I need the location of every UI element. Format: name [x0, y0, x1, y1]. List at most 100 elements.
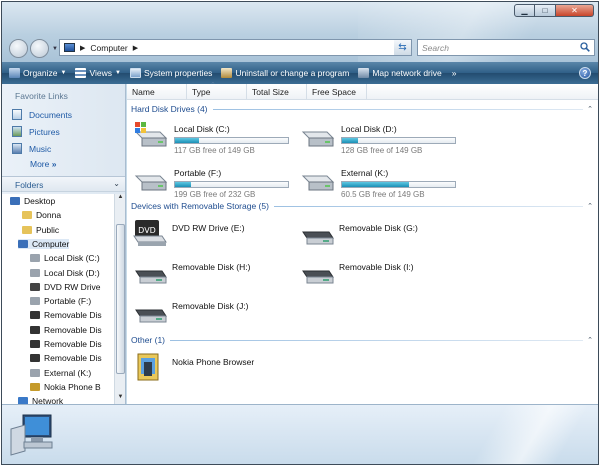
column-total-size[interactable]: Total Size: [247, 84, 307, 100]
map-drive-label: Map network drive: [372, 68, 442, 78]
favorite-pictures[interactable]: Pictures: [12, 126, 60, 137]
tree-item[interactable]: Desktop: [10, 196, 55, 206]
tree-item-label: Removable Dis: [44, 310, 102, 321]
tree-item[interactable]: Donna: [22, 210, 61, 220]
removable-drive-tile[interactable]: Removable Disk (J:): [132, 296, 249, 326]
tree-item[interactable]: Removable Dis: [30, 353, 102, 363]
maximize-button[interactable]: □: [535, 4, 556, 17]
views-button[interactable]: Views ▼: [75, 68, 121, 78]
tree-item[interactable]: Removable Dis: [30, 310, 102, 320]
removable-drive-tile[interactable]: DVD DVD RW Drive (E:): [132, 218, 245, 248]
more-links[interactable]: More »: [30, 159, 56, 169]
uninstall-icon: [221, 68, 233, 78]
minimize-button[interactable]: ▁: [514, 4, 535, 17]
search-box[interactable]: Search: [417, 39, 595, 56]
removable-disk-icon: [30, 325, 40, 334]
removable-disk-icon: [299, 257, 335, 287]
forward-button[interactable]: [30, 39, 49, 58]
favorite-music[interactable]: Music: [12, 143, 51, 154]
breadcrumb-arrow-icon[interactable]: ▶: [133, 44, 138, 52]
removable-drive-tile[interactable]: Removable Disk (H:): [132, 257, 250, 287]
tree-item[interactable]: Public: [22, 225, 59, 235]
device-tile[interactable]: Nokia Phone Browser: [132, 352, 254, 382]
group-title: Hard Disk Drives (4): [131, 104, 208, 114]
address-bar[interactable]: ▶ Computer ▶ ▼: [59, 39, 411, 56]
computer-icon: [64, 43, 75, 52]
drive-name: Local Disk (C:): [174, 124, 230, 134]
details-pane: [2, 404, 598, 464]
tree-item-label: Local Disk (D:): [44, 267, 100, 278]
recent-pages-dropdown[interactable]: ▼: [52, 46, 58, 52]
organize-label: Organize: [23, 68, 58, 78]
network-drive-icon: [358, 68, 370, 78]
collapse-icon[interactable]: ⌃: [587, 336, 593, 344]
collapse-icon[interactable]: ⌃: [587, 105, 593, 113]
column-free-space[interactable]: Free Space: [307, 84, 367, 100]
tree-item[interactable]: Local Disk (D:): [30, 268, 100, 278]
tree-item-label: Network: [32, 396, 64, 404]
computer-icon: [18, 239, 28, 248]
close-button[interactable]: ✕: [556, 4, 594, 17]
column-type[interactable]: ⌃ Type: [187, 82, 247, 100]
drive-tile[interactable]: External (K:) 60.5 GB free of 149 GB: [299, 164, 456, 199]
sort-ascending-icon: ⌃: [210, 82, 216, 89]
collapse-icon[interactable]: ⌃: [587, 202, 593, 210]
drive-tile[interactable]: Local Disk (D:) 128 GB free of 149 GB: [299, 120, 456, 155]
hard-disk-icon: [299, 120, 335, 150]
drive-free-space: 199 GB free of 232 GB: [174, 190, 256, 199]
content-pane: Name ⌃ Type Total Size Free Space Hard Di…: [127, 82, 598, 404]
command-toolbar: Organize ▼ Views ▼ System properties Unins…: [2, 62, 598, 84]
removable-drive-tile[interactable]: Removable Disk (G:): [299, 218, 418, 248]
tree-item[interactable]: Removable Dis: [30, 325, 102, 335]
refresh-button[interactable]: ⇆: [394, 39, 412, 56]
group-hard-disk-drives[interactable]: Hard Disk Drives (4) ⌃: [131, 104, 593, 114]
scroll-down-icon[interactable]: ▼: [115, 394, 126, 404]
tree-item[interactable]: Computer: [18, 238, 70, 249]
scroll-thumb[interactable]: [116, 224, 125, 374]
tree-item[interactable]: Network: [18, 396, 63, 404]
organize-button[interactable]: Organize ▼: [9, 68, 66, 78]
help-icon[interactable]: ?: [579, 67, 591, 79]
column-name[interactable]: Name: [127, 84, 187, 100]
tree-item[interactable]: DVD RW Drive: [30, 282, 101, 292]
folders-header[interactable]: Folders ⌄: [2, 176, 125, 192]
drive-tile[interactable]: Local Disk (C:) 117 GB free of 149 GB: [132, 120, 289, 155]
breadcrumb-computer[interactable]: Computer: [90, 43, 127, 53]
tree-item[interactable]: Local Disk (C:): [30, 253, 100, 263]
uninstall-program-button[interactable]: Uninstall or change a program: [221, 68, 349, 78]
system-properties-button[interactable]: System properties: [129, 68, 212, 78]
scroll-up-icon[interactable]: ▲: [115, 194, 126, 204]
back-button[interactable]: [9, 39, 28, 58]
usage-bar: [341, 137, 456, 144]
folder-tree: Desktop Donna Public Computer Local Disk (C:…: [2, 194, 114, 404]
removable-drive-tile[interactable]: Removable Disk (I:): [299, 257, 414, 287]
breadcrumb-arrow-icon[interactable]: ▶: [80, 44, 85, 52]
group-removable-storage[interactable]: Devices with Removable Storage (5) ⌃: [131, 201, 593, 211]
search-icon[interactable]: [580, 42, 590, 52]
tree-scrollbar[interactable]: ▲ ▼: [114, 194, 125, 404]
favorite-links-title: Favorite Links: [15, 91, 68, 101]
favorite-documents[interactable]: Documents: [12, 109, 72, 120]
usage-bar: [174, 181, 289, 188]
toolbar-overflow-button[interactable]: »: [452, 68, 457, 78]
more-label: More: [30, 159, 50, 169]
tree-item[interactable]: Nokia Phone B: [30, 382, 101, 392]
map-network-drive-button[interactable]: Map network drive: [358, 68, 442, 78]
drive-name: DVD RW Drive (E:): [172, 223, 245, 233]
group-other[interactable]: Other (1) ⌃: [131, 335, 593, 345]
local-disk-icon: [30, 254, 40, 263]
drive-tile[interactable]: Portable (F:) 199 GB free of 232 GB: [132, 164, 289, 199]
drive-name: Removable Disk (J:): [172, 301, 249, 311]
tree-item[interactable]: Removable Dis: [30, 339, 102, 349]
column-name-label: Name: [132, 87, 155, 97]
tree-item[interactable]: External (K:): [30, 368, 91, 378]
tree-item-label: Nokia Phone B: [44, 381, 101, 392]
folders-title: Folders: [15, 180, 44, 190]
drive-name: External (K:): [341, 168, 389, 178]
views-icon: [75, 68, 87, 78]
tree-item-label: External (K:): [44, 367, 92, 378]
user-folder-icon: [22, 211, 32, 220]
local-disk-icon: [30, 368, 40, 377]
tree-item[interactable]: Portable (F:): [30, 296, 91, 306]
group-title: Devices with Removable Storage (5): [131, 201, 269, 211]
